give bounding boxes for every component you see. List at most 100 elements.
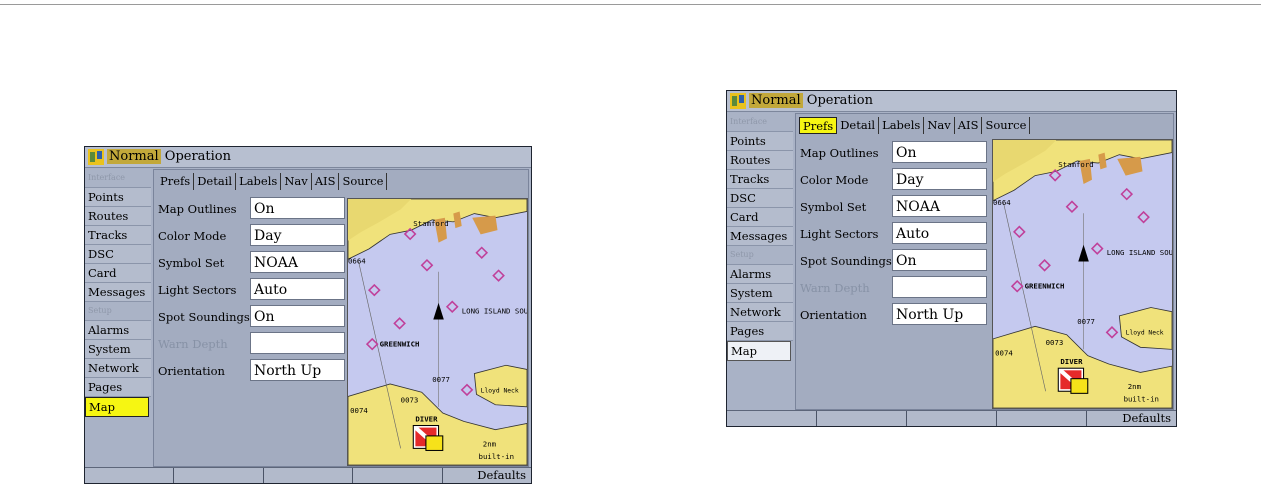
sidebar-item-dsc[interactable]: DSC: [727, 189, 793, 208]
sidebar-item-network[interactable]: Network: [727, 303, 793, 322]
diver-flag-icon: [1057, 367, 1089, 394]
setting-value-field[interactable]: NOAA: [892, 195, 987, 217]
sidebar: Interface Points Routes Tracks DSC Card Messag…: [727, 113, 793, 361]
sidebar-item-routes[interactable]: Routes: [727, 151, 793, 170]
sidebar-item-tracks[interactable]: Tracks: [727, 170, 793, 189]
waypoint-label: 0664: [993, 198, 1011, 207]
setting-value-field[interactable]: On: [250, 197, 345, 219]
setting-label: Spot Soundings: [158, 310, 250, 324]
setting-row-spot-soundings: Spot Soundings On: [800, 248, 987, 274]
zoom-scale-label: 2nm: [483, 439, 497, 448]
sidebar-item-pages[interactable]: Pages: [85, 378, 151, 397]
setting-label: Light Sectors: [158, 283, 237, 297]
softkey-bar: Defaults: [85, 467, 531, 483]
softkey-2[interactable]: [817, 411, 907, 426]
sidebar-item-dsc[interactable]: DSC: [85, 245, 151, 264]
tab-prefs[interactable]: Prefs: [799, 117, 838, 134]
tab-ais[interactable]: AIS: [312, 173, 340, 190]
setting-value-field: [250, 332, 345, 354]
setting-label: Warn Depth: [158, 337, 228, 351]
setting-label: Spot Soundings: [800, 254, 892, 268]
setting-value-field[interactable]: On: [892, 141, 987, 163]
setting-value-field[interactable]: North Up: [892, 303, 987, 325]
setting-value-field[interactable]: Day: [892, 168, 987, 190]
map-preview: Stamford GREENWICH LONG ISLAND SOU 0077 …: [992, 139, 1173, 409]
sidebar-item-alarms[interactable]: Alarms: [727, 265, 793, 284]
setting-row-color-mode: Color Mode Day: [800, 167, 987, 193]
tab-labels[interactable]: Labels: [236, 173, 282, 190]
setting-row-warn-depth: Warn Depth: [800, 275, 987, 301]
sidebar-item-system[interactable]: System: [85, 340, 151, 359]
sidebar-item-tracks[interactable]: Tracks: [85, 226, 151, 245]
setting-value-field[interactable]: Day: [250, 224, 345, 246]
sidebar-item-card[interactable]: Card: [727, 208, 793, 227]
softkey-1[interactable]: [727, 411, 817, 426]
softkey-3[interactable]: [264, 468, 354, 483]
softkey-1[interactable]: [85, 468, 175, 483]
tab-ais[interactable]: AIS: [955, 117, 983, 134]
sidebar-item-map[interactable]: Map: [727, 341, 791, 361]
softkey-4[interactable]: [353, 468, 443, 483]
softkey-3[interactable]: [907, 411, 997, 426]
sidebar-item-pages[interactable]: Pages: [727, 322, 793, 341]
sidebar-item-card[interactable]: Card: [85, 264, 151, 283]
setting-row-map-outlines: Map Outlines On: [158, 196, 345, 222]
setting-label: Color Mode: [800, 173, 869, 187]
place-label: GREENWICH: [380, 340, 420, 349]
tab-detail[interactable]: Detail: [837, 117, 880, 134]
setting-value-field[interactable]: Auto: [250, 278, 345, 300]
map-source-label: built-in: [479, 452, 514, 461]
sidebar-item-system[interactable]: System: [727, 284, 793, 303]
setting-label: Symbol Set: [800, 200, 867, 214]
sidebar-item-alarms[interactable]: Alarms: [85, 321, 151, 340]
window-title: Normal Operation: [749, 93, 874, 108]
sidebar-item-network[interactable]: Network: [85, 359, 151, 378]
place-label: GREENWICH: [1025, 282, 1065, 291]
sidebar-item-interface: Interface: [85, 169, 151, 188]
page-top-rule: [0, 4, 1261, 5]
title-bar: Normal Operation: [727, 91, 1176, 112]
setting-label: Map Outlines: [158, 202, 237, 216]
settings-panel: Prefs Detail Labels Nav AIS Source Map Outlin…: [153, 169, 529, 467]
tab-detail[interactable]: Detail: [194, 173, 237, 190]
sidebar-item-setup: Setup: [727, 246, 793, 265]
setting-row-warn-depth: Warn Depth: [158, 331, 345, 357]
setting-label: Color Mode: [158, 229, 227, 243]
sidebar-item-setup: Setup: [85, 302, 151, 321]
sidebar-item-messages[interactable]: Messages: [85, 283, 151, 302]
map-source-label: built-in: [1124, 395, 1159, 404]
tab-source[interactable]: Source: [982, 117, 1031, 134]
tab-labels[interactable]: Labels: [879, 117, 925, 134]
waypoint-label: DIVER: [1060, 357, 1083, 366]
sidebar-item-points[interactable]: Points: [85, 188, 151, 207]
softkey-defaults[interactable]: Defaults: [1087, 411, 1176, 426]
softkey-defaults[interactable]: Defaults: [443, 468, 531, 483]
tab-nav[interactable]: Nav: [924, 117, 955, 134]
setting-value-field[interactable]: On: [250, 305, 345, 327]
setting-row-symbol-set: Symbol Set NOAA: [800, 194, 987, 220]
setting-row-map-outlines: Map Outlines On: [800, 140, 987, 166]
sidebar: Interface Points Routes Tracks DSC Card Messag…: [85, 169, 151, 417]
tab-nav[interactable]: Nav: [281, 173, 312, 190]
setting-value-field[interactable]: Auto: [892, 222, 987, 244]
setting-value-field[interactable]: On: [892, 249, 987, 271]
place-label: Stamford: [413, 219, 448, 228]
sidebar-item-map[interactable]: Map: [85, 397, 149, 417]
place-label: Lloyd Neck: [1126, 330, 1164, 337]
sidebar-item-interface: Interface: [727, 113, 793, 132]
app-logo-icon: [88, 149, 104, 165]
setting-value-field[interactable]: North Up: [250, 359, 345, 381]
tab-source[interactable]: Source: [339, 173, 388, 190]
setting-label: Warn Depth: [800, 281, 870, 295]
waypoint-label: 0077: [1077, 317, 1095, 326]
waypoint-label: 0077: [432, 375, 450, 384]
setting-row-orientation: Orientation North Up: [800, 302, 987, 328]
softkey-2[interactable]: [174, 468, 264, 483]
sidebar-item-points[interactable]: Points: [727, 132, 793, 151]
sidebar-item-routes[interactable]: Routes: [85, 207, 151, 226]
sidebar-item-messages[interactable]: Messages: [727, 227, 793, 246]
tab-prefs[interactable]: Prefs: [157, 173, 195, 190]
setting-value-field[interactable]: NOAA: [250, 251, 345, 273]
softkey-4[interactable]: [997, 411, 1087, 426]
place-label: LONG ISLAND SOU: [1107, 248, 1172, 257]
